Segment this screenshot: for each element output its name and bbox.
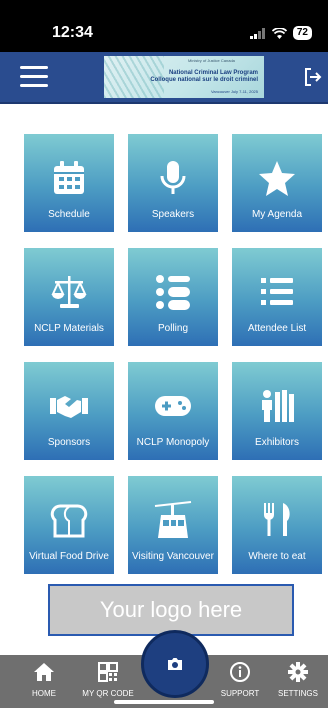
tile-label: Virtual Food Drive bbox=[29, 551, 109, 562]
tile-label: Attendee List bbox=[247, 323, 307, 334]
microphone-icon bbox=[160, 161, 186, 194]
tile-exhibitors[interactable]: Exhibitors bbox=[232, 362, 322, 460]
bread-icon bbox=[50, 504, 88, 538]
tile-label: Sponsors bbox=[47, 437, 91, 448]
nav-settings[interactable]: SETTINGS bbox=[268, 661, 328, 698]
tile-label: Speakers bbox=[151, 209, 195, 220]
tile-visiting-vancouver[interactable]: Visiting Vancouver bbox=[128, 476, 218, 574]
nav-support[interactable]: SUPPORT bbox=[210, 661, 270, 698]
status-bar: 12:34 72 bbox=[0, 0, 328, 52]
qr-code-icon bbox=[98, 662, 118, 682]
tile-polling[interactable]: Polling bbox=[128, 248, 218, 346]
logout-icon[interactable] bbox=[304, 67, 322, 87]
app-header: Ministry of Justice Canada National Crim… bbox=[0, 52, 328, 104]
nav-qr-label: MY QR CODE bbox=[82, 689, 134, 698]
home-icon bbox=[34, 663, 54, 681]
banner-title-en: National Criminal Law Program bbox=[168, 70, 258, 76]
list-icon bbox=[261, 278, 293, 305]
nav-home[interactable]: HOME bbox=[14, 661, 74, 698]
banner-footer: Vancouver July 7-11, 2025 bbox=[211, 89, 258, 94]
tile-label: Polling bbox=[157, 323, 189, 334]
tile-where-to-eat[interactable]: Where to eat bbox=[232, 476, 322, 574]
nav-support-label: SUPPORT bbox=[220, 689, 260, 698]
scales-icon bbox=[51, 276, 87, 308]
utensils-icon bbox=[264, 503, 290, 536]
tile-speakers[interactable]: Speakers bbox=[128, 134, 218, 232]
status-time: 12:34 bbox=[52, 24, 93, 41]
tile-sponsors[interactable]: Sponsors bbox=[24, 362, 114, 460]
tile-label: My Agenda bbox=[251, 209, 303, 220]
tile-label: Exhibitors bbox=[255, 437, 299, 448]
tile-nclp-materials[interactable]: NCLP Materials bbox=[24, 248, 114, 346]
status-icons: 72 bbox=[249, 26, 312, 40]
tile-my-agenda[interactable]: My Agenda bbox=[232, 134, 322, 232]
battery-indicator: 72 bbox=[292, 26, 312, 40]
tile-label: Schedule bbox=[48, 209, 90, 220]
tile-label: NCLP Materials bbox=[34, 323, 104, 334]
tile-label: Visiting Vancouver bbox=[132, 551, 214, 562]
gamepad-icon bbox=[155, 396, 191, 416]
nav-settings-label: SETTINGS bbox=[277, 689, 318, 698]
tile-label: NCLP Monopoly bbox=[136, 437, 210, 448]
tile-nclp-monopoly[interactable]: NCLP Monopoly bbox=[128, 362, 218, 460]
toggles-icon bbox=[156, 275, 190, 310]
menu-icon[interactable] bbox=[20, 66, 48, 88]
tile-virtual-food-drive[interactable]: Virtual Food Drive bbox=[24, 476, 114, 574]
calendar-icon bbox=[54, 161, 84, 194]
nav-home-label: HOME bbox=[32, 689, 56, 698]
tile-schedule[interactable]: Schedule bbox=[24, 134, 114, 232]
home-indicator bbox=[114, 700, 214, 704]
tile-attendee-list[interactable]: Attendee List bbox=[232, 248, 322, 346]
banner-title-fr: Colloque national sur le droit criminel bbox=[150, 77, 258, 83]
gear-icon bbox=[288, 662, 308, 682]
tile-label: Where to eat bbox=[248, 551, 306, 562]
info-icon bbox=[230, 662, 250, 682]
gondola-icon bbox=[154, 501, 192, 538]
camera-icon bbox=[168, 658, 182, 670]
wifi-icon bbox=[271, 27, 287, 39]
camera-button[interactable] bbox=[141, 630, 209, 698]
signal-icon bbox=[249, 27, 265, 39]
star-icon bbox=[259, 161, 295, 196]
nav-qr-code[interactable]: MY QR CODE bbox=[78, 661, 138, 698]
logo-placeholder: Your logo here bbox=[48, 584, 294, 636]
event-banner: Ministry of Justice Canada National Crim… bbox=[104, 56, 264, 98]
banner-org: Ministry of Justice Canada bbox=[188, 58, 235, 63]
booth-icon bbox=[262, 390, 294, 422]
handshake-icon bbox=[50, 396, 88, 418]
